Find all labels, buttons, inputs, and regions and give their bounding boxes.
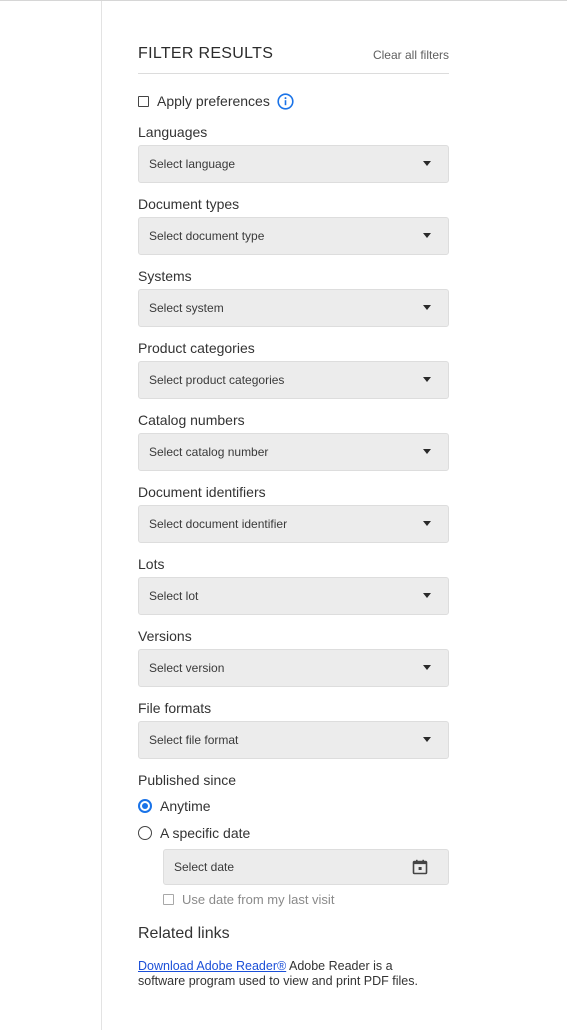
related-links-text: Download Adobe Reader® Adobe Reader is a… xyxy=(138,959,428,989)
published-since-label: Published since xyxy=(138,772,237,788)
caret-down-icon xyxy=(423,665,431,670)
select-placeholder: Select document identifier xyxy=(149,517,288,531)
related-links-title: Related links xyxy=(138,925,230,942)
filter-label: File formats xyxy=(138,700,212,716)
caret-down-icon xyxy=(423,449,431,454)
apply-preferences-checkbox[interactable] xyxy=(138,95,149,107)
published-since-section: Published since Anytime A specific date … xyxy=(138,771,449,907)
clear-all-filters-link[interactable]: Clear all filters xyxy=(373,48,449,63)
filter-systems: Systems Select system xyxy=(138,267,449,327)
last-visit-row[interactable]: Use date from my last visit xyxy=(163,891,449,907)
file-formats-select[interactable]: Select file format xyxy=(138,721,449,759)
select-placeholder: Select document type xyxy=(149,229,265,243)
filter-versions: Versions Select version xyxy=(138,627,449,687)
filter-title: FILTER RESULTS xyxy=(138,45,274,62)
filter-document-types: Document types Select document type xyxy=(138,195,449,255)
radio-specific-date[interactable]: A specific date xyxy=(138,823,449,843)
document-identifiers-select[interactable]: Select document identifier xyxy=(138,505,449,543)
last-visit-checkbox[interactable] xyxy=(163,893,174,905)
versions-select[interactable]: Select version xyxy=(138,649,449,687)
caret-down-icon xyxy=(423,161,431,166)
apply-preferences-label: Apply preferences xyxy=(157,93,270,109)
caret-down-icon xyxy=(423,521,431,526)
filter-header: FILTER RESULTS Clear all filters xyxy=(138,45,449,74)
lots-select[interactable]: Select lot xyxy=(138,577,449,615)
calendar-icon[interactable] xyxy=(412,859,428,875)
filter-label: Document types xyxy=(138,196,240,212)
radio-specific-date-label: A specific date xyxy=(160,825,251,841)
date-select-field[interactable]: Select date xyxy=(163,849,449,885)
select-placeholder: Select catalog number xyxy=(149,445,269,459)
caret-down-icon xyxy=(423,377,431,382)
radio-specific-date-button[interactable] xyxy=(138,826,152,840)
filter-lots: Lots Select lot xyxy=(138,555,449,615)
caret-down-icon xyxy=(423,593,431,598)
last-visit-label: Use date from my last visit xyxy=(182,891,335,907)
filter-product-categories: Product categories Select product catego… xyxy=(138,339,449,399)
filter-catalog-numbers: Catalog numbers Select catalog number xyxy=(138,411,449,471)
filter-label: Versions xyxy=(138,628,192,644)
select-placeholder: Select version xyxy=(149,661,225,675)
radio-anytime-label: Anytime xyxy=(160,798,211,814)
date-placeholder: Select date xyxy=(174,860,235,874)
catalog-numbers-select[interactable]: Select catalog number xyxy=(138,433,449,471)
left-divider xyxy=(101,1,102,1030)
date-picker-wrap: Select date Use date from my last visit xyxy=(163,849,449,907)
document-types-select[interactable]: Select document type xyxy=(138,217,449,255)
filter-label: Document identifiers xyxy=(138,484,266,500)
filter-label: Product categories xyxy=(138,340,255,356)
filter-languages: Languages Select language xyxy=(138,123,449,183)
radio-anytime[interactable]: Anytime xyxy=(138,796,449,816)
filter-label: Catalog numbers xyxy=(138,412,245,428)
filter-panel: FILTER RESULTS Clear all filters Apply p… xyxy=(138,45,449,989)
languages-select[interactable]: Select language xyxy=(138,145,449,183)
filter-file-formats: File formats Select file format xyxy=(138,699,449,759)
select-placeholder: Select file format xyxy=(149,733,239,747)
caret-down-icon xyxy=(423,305,431,310)
select-placeholder: Select system xyxy=(149,301,224,315)
filter-label: Systems xyxy=(138,268,192,284)
page-frame: FILTER RESULTS Clear all filters Apply p… xyxy=(0,0,567,1030)
caret-down-icon xyxy=(423,737,431,742)
filter-label: Languages xyxy=(138,124,208,140)
info-icon[interactable] xyxy=(277,92,294,110)
filter-document-identifiers: Document identifiers Select document ide… xyxy=(138,483,449,543)
radio-anytime-button[interactable] xyxy=(138,799,152,813)
select-placeholder: Select language xyxy=(149,157,236,171)
download-adobe-reader-link[interactable]: Download Adobe Reader® xyxy=(138,959,286,973)
select-placeholder: Select lot xyxy=(149,589,199,603)
caret-down-icon xyxy=(423,233,431,238)
select-placeholder: Select product categories xyxy=(149,373,285,387)
filter-label: Lots xyxy=(138,556,165,572)
systems-select[interactable]: Select system xyxy=(138,289,449,327)
apply-preferences-row[interactable]: Apply preferences xyxy=(138,91,449,111)
product-categories-select[interactable]: Select product categories xyxy=(138,361,449,399)
